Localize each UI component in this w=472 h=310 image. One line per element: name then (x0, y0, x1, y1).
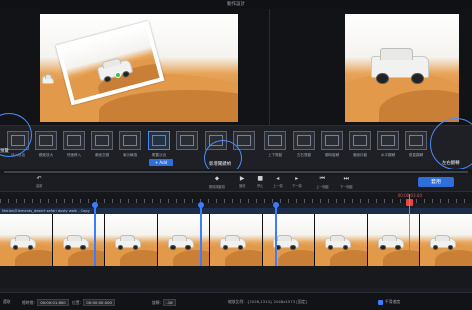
duration-field[interactable]: 00:00:01.600 (37, 299, 69, 306)
motion-editor-window: 動作設計 淡入淡出 顯進放大 快速移入 畫面交錯 漸淡輪換 覆蓋淡出 上下晃動 … (0, 0, 472, 310)
add-effect-button[interactable]: + Add (149, 159, 173, 166)
preview-divider (269, 9, 270, 125)
size-value: {2026,1314} 2048x1573 [固定] (246, 299, 307, 304)
filmstrip-frame (52, 214, 105, 266)
rotate-label: 旋轉： (152, 300, 164, 305)
position-field[interactable]: 00:00:00.000 (83, 299, 115, 306)
filmstrip-frame (105, 214, 158, 266)
rotate-handle[interactable] (115, 72, 121, 78)
effect-item[interactable] (174, 131, 200, 153)
car-image (371, 48, 429, 84)
play-button[interactable]: ▶ 播放 (239, 175, 245, 188)
highlight-label-right: 左右翻轉 (442, 161, 460, 166)
selected-label: 選取 (3, 299, 11, 304)
effect-item[interactable]: 顯進放大 (33, 131, 59, 158)
highlight-label-left: 預覽 (0, 149, 9, 154)
effect-item[interactable]: 水平翻轉 (375, 131, 401, 158)
highlight-label-center: 新增關鍵幀 (209, 162, 231, 167)
car-image (42, 74, 54, 84)
playback-toolbar: ↶ 還原 ⬥ 刪除關鍵幀 ▶ 播放 ■ 停止 ◂ 上一幀 ▸ 下一幀 ⏮ 上一關鍵 ⏭ 下一關鍵 (0, 175, 472, 189)
rotate-field[interactable]: -16 (163, 299, 176, 306)
filmstrip-frame (315, 214, 368, 266)
filmstrip-frame (210, 214, 263, 266)
effect-item-selected[interactable]: 覆蓋淡出 (146, 131, 172, 158)
effect-item[interactable]: 漸淡輪換 (117, 131, 143, 158)
effect-item[interactable]: 左右晃動 (291, 131, 317, 158)
stop-button[interactable]: ■ 停止 (257, 175, 263, 188)
effect-item[interactable]: 順時旋轉 (319, 131, 345, 158)
prev-frame-button[interactable]: ◂ 上一幀 (273, 175, 283, 188)
window-title: 動作設計 (227, 2, 245, 7)
position-label: 位置： (72, 300, 84, 305)
title-bar: 動作設計 (0, 0, 472, 9)
smooth-checkbox[interactable] (378, 299, 383, 305)
empty-track (0, 266, 472, 288)
effect-item[interactable]: 上下晃動 (262, 131, 288, 158)
effect-item[interactable]: 畫面抖動 (347, 131, 373, 158)
filmstrip-frame (157, 214, 210, 266)
smooth-label: 平滑速度 (385, 299, 401, 304)
status-bar: 選取 總時間： 00:00:01.600 位置： 00:00:00.000 旋轉： -… (0, 292, 472, 310)
preview-area (0, 9, 472, 125)
filmstrip-frame (420, 214, 472, 266)
filmstrip-frame (262, 214, 315, 266)
filmstrip-frame (0, 214, 53, 266)
prev-key-button[interactable]: ⏮ 上一關鍵 (316, 175, 329, 189)
next-frame-button[interactable]: ▸ 下一幀 (292, 175, 302, 188)
effect-item[interactable]: 垂直翻轉 (403, 131, 429, 158)
effect-item[interactable]: 畫面交錯 (89, 131, 115, 158)
delete-keyframe-button[interactable]: ⬥ 刪除關鍵幀 (209, 175, 225, 189)
source-preview[interactable] (40, 14, 238, 122)
duration-label: 總時間： (22, 300, 38, 305)
size-label: 縮放比例： (228, 299, 247, 304)
effect-item[interactable]: 快速移入 (61, 131, 87, 158)
filmstrip-frame (367, 214, 420, 266)
filmstrip[interactable] (0, 214, 472, 266)
next-key-button[interactable]: ⏭ 下一關鍵 (340, 175, 353, 189)
apply-button[interactable]: 套用 (418, 177, 454, 187)
result-preview (345, 14, 459, 122)
timeline-ruler[interactable]: 00:00:03.00 (0, 191, 472, 203)
undo-button[interactable]: ↶ 還原 (36, 175, 42, 188)
